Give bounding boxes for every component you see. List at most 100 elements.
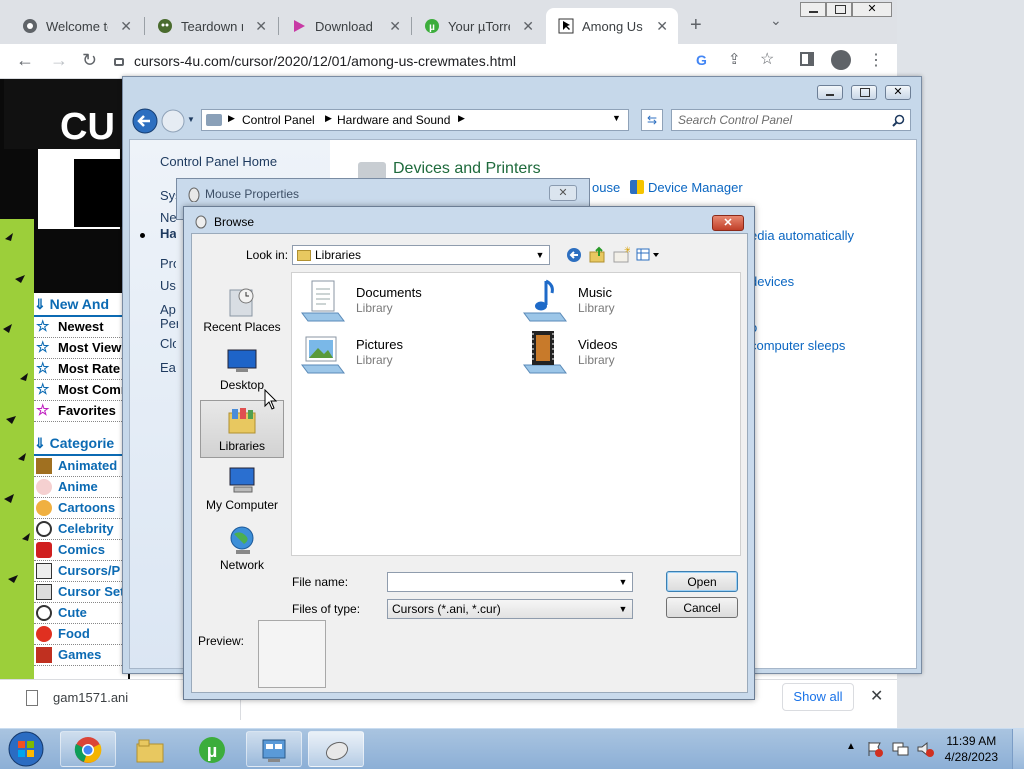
cp-left-link[interactable]: Use <box>160 278 176 293</box>
taskbar-utorrent[interactable]: µ <box>184 731 240 767</box>
cp-home-link[interactable]: Control Panel Home <box>160 154 277 169</box>
tab-download[interactable]: Download D ✕ <box>279 8 411 44</box>
tab-search-chevron-icon[interactable]: ⌄ <box>770 12 782 29</box>
chevron-down-icon[interactable]: ▼ <box>616 573 630 591</box>
taskbar-explorer[interactable] <box>122 731 178 767</box>
google-icon[interactable]: G <box>696 52 707 68</box>
place-my-computer[interactable]: My Computer <box>200 460 284 518</box>
volume-muted-icon[interactable] <box>916 740 934 758</box>
action-center-flag-icon[interactable] <box>866 740 884 758</box>
breadcrumb-hardware-sound[interactable]: Hardware and Sound <box>337 113 450 127</box>
category-anime[interactable]: Anime <box>34 477 128 498</box>
library-documents[interactable]: Documents Library <box>298 277 498 325</box>
mouse-properties-close-button[interactable]: ✕ <box>549 185 577 201</box>
back-icon[interactable] <box>566 247 582 263</box>
site-link-most-rated[interactable]: ☆ Most Rate <box>34 359 128 380</box>
close-icon[interactable]: ✕ <box>522 18 534 35</box>
side-panel-icon[interactable] <box>800 52 814 66</box>
site-link-most-viewed[interactable]: ☆ Most View <box>34 338 128 359</box>
close-icon[interactable]: ✕ <box>255 18 267 35</box>
tab-teardown[interactable]: Teardown no ✕ <box>145 8 277 44</box>
category-comics[interactable]: Comics <box>34 540 128 561</box>
category-games[interactable]: Games <box>34 645 128 666</box>
category-cursor-sets[interactable]: Cursor Set <box>34 582 128 603</box>
look-in-dropdown[interactable]: Libraries ▼ <box>292 245 550 265</box>
open-button[interactable]: Open <box>666 571 738 592</box>
library-videos[interactable]: Videos Library <box>520 329 720 377</box>
download-file-name[interactable]: gam1571.ani <box>53 690 128 705</box>
new-folder-icon[interactable]: ✳ <box>612 246 630 264</box>
category-animated[interactable]: Animated <box>34 456 128 477</box>
show-all-button[interactable]: Show all <box>782 683 854 711</box>
back-arrow-icon[interactable] <box>131 107 159 135</box>
cp-left-link[interactable]: Clo <box>160 336 176 351</box>
address-bar[interactable]: cursors-4u.com/cursor/2020/12/01/among-u… <box>114 48 790 74</box>
cp-address-bar[interactable]: ▶ Control Panel ▶ Hardware and Sound ▶ ▼ <box>201 109 629 131</box>
new-tab-button[interactable]: + <box>690 14 702 37</box>
address-dropdown-icon[interactable]: ▼ <box>612 113 621 123</box>
menu-kebab-icon[interactable]: ⋮ <box>868 50 884 70</box>
cp-left-link[interactable]: Ap <box>160 302 176 317</box>
tab-among-us[interactable]: Among Us - ✕ <box>546 8 678 44</box>
cp-left-link[interactable]: Per <box>160 316 178 331</box>
tab-welcome[interactable]: Welcome to ✕ <box>10 8 142 44</box>
show-desktop-button[interactable] <box>1012 729 1024 769</box>
taskbar-chrome[interactable] <box>60 731 116 767</box>
site-link-most-commented[interactable]: ☆ Most Comm <box>34 380 128 401</box>
cp-left-link[interactable]: Ne <box>160 210 176 225</box>
breadcrumb-control-panel[interactable]: Control Panel <box>242 113 315 127</box>
library-pictures[interactable]: Pictures Library <box>298 329 498 377</box>
cancel-button[interactable]: Cancel <box>666 597 738 618</box>
file-list[interactable]: Documents Library Music Library Pictures… <box>291 272 741 556</box>
forward-arrow-icon[interactable] <box>159 107 187 135</box>
sleep-link[interactable]: computer sleeps <box>750 338 845 353</box>
forward-icon[interactable]: → <box>50 50 68 71</box>
files-of-type-dropdown[interactable]: Cursors (*.ani, *.cur) ▼ <box>387 599 633 619</box>
view-menu-icon[interactable] <box>636 247 662 263</box>
minimize-button[interactable] <box>800 2 826 17</box>
refresh-icon[interactable]: ⇆ <box>641 109 663 131</box>
browse-close-button[interactable]: ✕ <box>712 215 744 231</box>
devices-link[interactable]: devices <box>750 274 794 289</box>
cp-close-button[interactable]: ✕ <box>885 85 911 100</box>
cp-search-box[interactable]: Search Control Panel <box>671 109 911 131</box>
category-cute[interactable]: Cute <box>34 603 128 624</box>
site-link-newest[interactable]: ☆ Newest <box>34 317 128 338</box>
cp-left-link[interactable]: Pro <box>160 256 176 271</box>
up-folder-icon[interactable] <box>588 246 606 264</box>
devices-printers-title[interactable]: Devices and Printers <box>393 160 541 178</box>
device-manager-link[interactable]: Device Manager <box>648 180 743 195</box>
share-icon[interactable]: ⇪ <box>728 50 741 68</box>
cp-left-link[interactable]: Sys <box>160 188 176 203</box>
category-celebrity[interactable]: Celebrity <box>34 519 128 540</box>
close-icon[interactable]: ✕ <box>389 18 401 35</box>
show-hidden-icons-chevron[interactable]: ▲ <box>846 741 856 752</box>
taskbar-mouse-properties[interactable] <box>308 731 364 767</box>
network-icon[interactable] <box>891 740 909 758</box>
taskbar-control-panel[interactable] <box>246 731 302 767</box>
close-shelf-icon[interactable]: ✕ <box>870 686 883 706</box>
search-icon[interactable] <box>892 114 905 127</box>
category-food[interactable]: Food <box>34 624 128 645</box>
close-window-button[interactable]: ✕ <box>852 2 892 17</box>
system-clock[interactable]: 11:39 AM 4/28/2023 <box>945 733 998 765</box>
cp-left-link-current[interactable]: Ha <box>160 226 176 241</box>
back-icon[interactable]: ← <box>16 50 34 71</box>
category-cartoons[interactable]: Cartoons <box>34 498 128 519</box>
autoplay-link[interactable]: edia automatically <box>750 228 854 243</box>
reload-icon[interactable]: ↻ <box>82 50 97 71</box>
bookmark-star-icon[interactable]: ☆ <box>760 49 774 69</box>
start-button-icon[interactable] <box>6 730 46 768</box>
cp-restore-button[interactable] <box>851 85 877 100</box>
tab-utorrent[interactable]: µ Your µTorren ✕ <box>412 8 544 44</box>
profile-avatar-icon[interactable] <box>831 50 851 70</box>
cp-minimize-button[interactable] <box>817 85 843 100</box>
close-icon[interactable]: ✕ <box>656 18 668 35</box>
category-cursors[interactable]: Cursors/P <box>34 561 128 582</box>
place-recent-places[interactable]: Recent Places <box>200 282 284 340</box>
place-network[interactable]: Network <box>200 520 284 578</box>
restore-button[interactable] <box>826 2 852 17</box>
close-icon[interactable]: ✕ <box>120 18 132 35</box>
library-music[interactable]: Music Library <box>520 277 720 325</box>
cp-left-link[interactable]: Eas <box>160 360 176 375</box>
